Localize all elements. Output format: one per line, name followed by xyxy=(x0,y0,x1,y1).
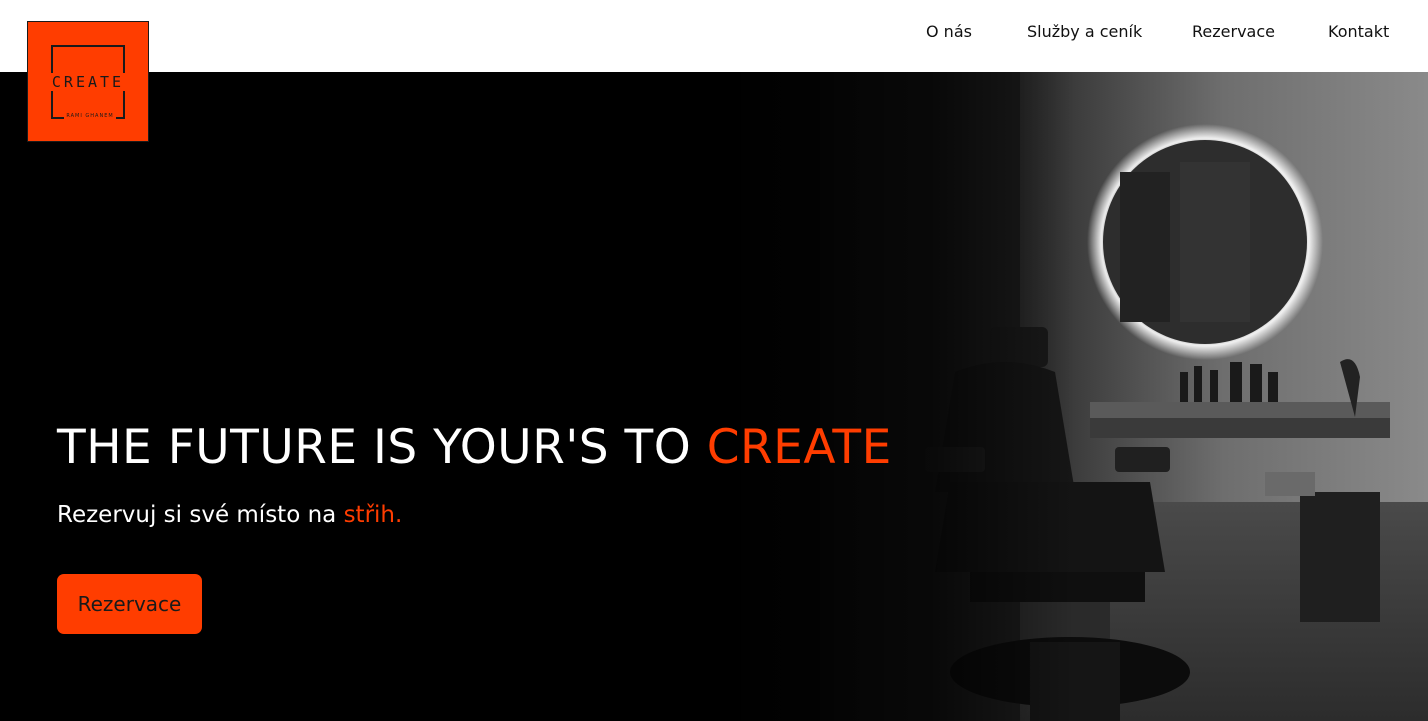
nav-link-contact[interactable]: Kontakt xyxy=(1328,22,1389,41)
nav-link-about[interactable]: O nás xyxy=(926,22,972,41)
hero-subline: Rezervuj si své místo na střih. xyxy=(57,502,402,528)
headline-accent: CREATE xyxy=(706,420,892,475)
nav-link-reservation[interactable]: Rezervace xyxy=(1192,22,1275,41)
brand-logo[interactable]: CREATE RAMI GHANEM xyxy=(27,21,149,142)
logo-wordmark: CREATE xyxy=(42,73,134,91)
logo-subtitle: RAMI GHANEM xyxy=(64,112,116,121)
hero-headline: THE FUTURE IS YOUR'S TO CREATE xyxy=(57,420,892,475)
subline-accent: střih. xyxy=(343,502,403,528)
headline-main: THE FUTURE IS YOUR'S TO xyxy=(57,420,707,475)
hero-section: THE FUTURE IS YOUR'S TO CREATE Rezervuj … xyxy=(0,72,1428,721)
barbershop-photo-art xyxy=(720,72,1428,721)
nav-link-services-pricing[interactable]: Služby a ceník xyxy=(1027,22,1142,41)
subline-main: Rezervuj si své místo na xyxy=(57,502,344,528)
reservation-button[interactable]: Rezervace xyxy=(57,574,202,634)
barbershop-photo xyxy=(720,72,1428,721)
site-header: O nás Služby a ceník Rezervace Kontakt xyxy=(0,0,1428,72)
